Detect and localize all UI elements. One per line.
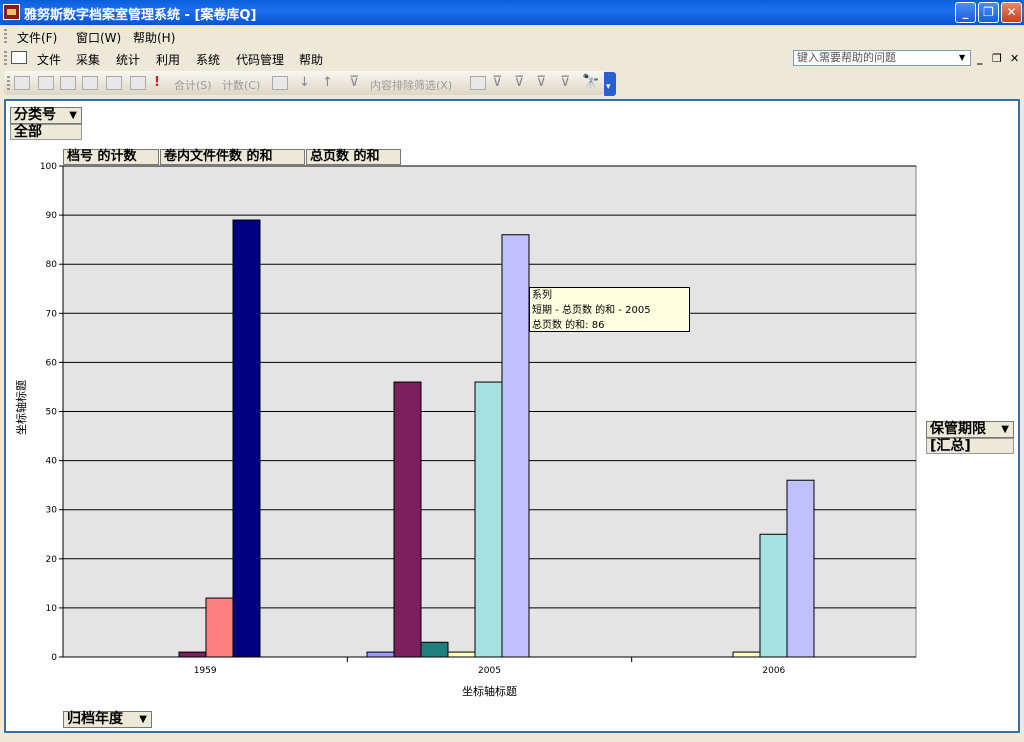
y-tick-label: 100	[40, 162, 57, 172]
y-tick-label: 0	[51, 653, 57, 663]
status-bar	[0, 737, 1024, 742]
y-tick-label: 50	[46, 408, 58, 418]
x-axis-title: 坐标轴标题	[462, 684, 517, 698]
bar[interactable]	[420, 641, 449, 658]
y-tick-label: 20	[46, 555, 58, 565]
y-tick-label: 60	[46, 358, 58, 368]
bar[interactable]	[732, 651, 761, 658]
bar[interactable]	[786, 479, 815, 658]
y-tick-label: 90	[46, 211, 58, 221]
bar[interactable]	[393, 381, 422, 658]
series-tooltip: 系列 短期 - 总页数 的和 - 2005 总页数 的和: 86	[529, 287, 690, 332]
x-tick-label: 1959	[194, 666, 217, 676]
x-tick-label: 2005	[478, 666, 501, 676]
bar[interactable]	[501, 234, 530, 658]
y-axis-title: 坐标轴标题	[14, 380, 28, 435]
bar[interactable]	[232, 219, 261, 658]
x-tick-label: 2006	[762, 666, 785, 676]
bar[interactable]	[474, 381, 503, 658]
bar[interactable]	[447, 651, 476, 658]
bar[interactable]	[178, 651, 207, 658]
y-tick-label: 80	[46, 260, 58, 270]
bar[interactable]	[366, 651, 395, 658]
y-tick-label: 40	[46, 457, 58, 467]
bar[interactable]	[759, 533, 788, 658]
y-tick-label: 10	[46, 604, 58, 614]
bar[interactable]	[205, 597, 234, 658]
pivot-chart: 0 10 20 30 40 50 60 70 80 90 100 1959 2005 2006 坐标轴标题…	[14, 162, 917, 698]
y-tick-label: 70	[46, 309, 58, 319]
y-tick-label: 30	[46, 506, 58, 516]
